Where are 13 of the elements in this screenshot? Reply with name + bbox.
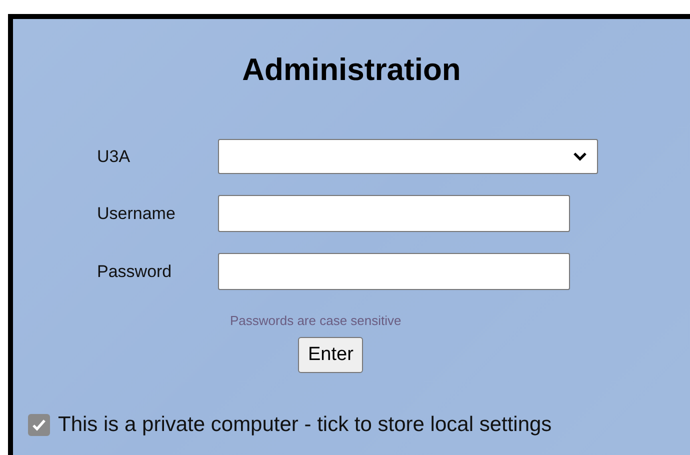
password-field[interactable] xyxy=(218,253,570,290)
select-field[interactable] xyxy=(218,139,598,174)
page-title: Administration xyxy=(242,52,461,88)
hint-text: Passwords are case sensitive xyxy=(230,313,402,328)
field-label: Password xyxy=(97,262,173,282)
enter-button[interactable]: Enter xyxy=(298,337,364,373)
checkmark-icon xyxy=(32,419,46,431)
field-label: U3A xyxy=(97,146,132,166)
username-field[interactable] xyxy=(218,195,570,232)
field-label: Username xyxy=(97,204,176,224)
chevron-down-icon xyxy=(573,152,587,161)
checkbox[interactable] xyxy=(28,414,50,436)
checkbox-label: This is a private computer - tick to store local settings xyxy=(58,413,552,437)
